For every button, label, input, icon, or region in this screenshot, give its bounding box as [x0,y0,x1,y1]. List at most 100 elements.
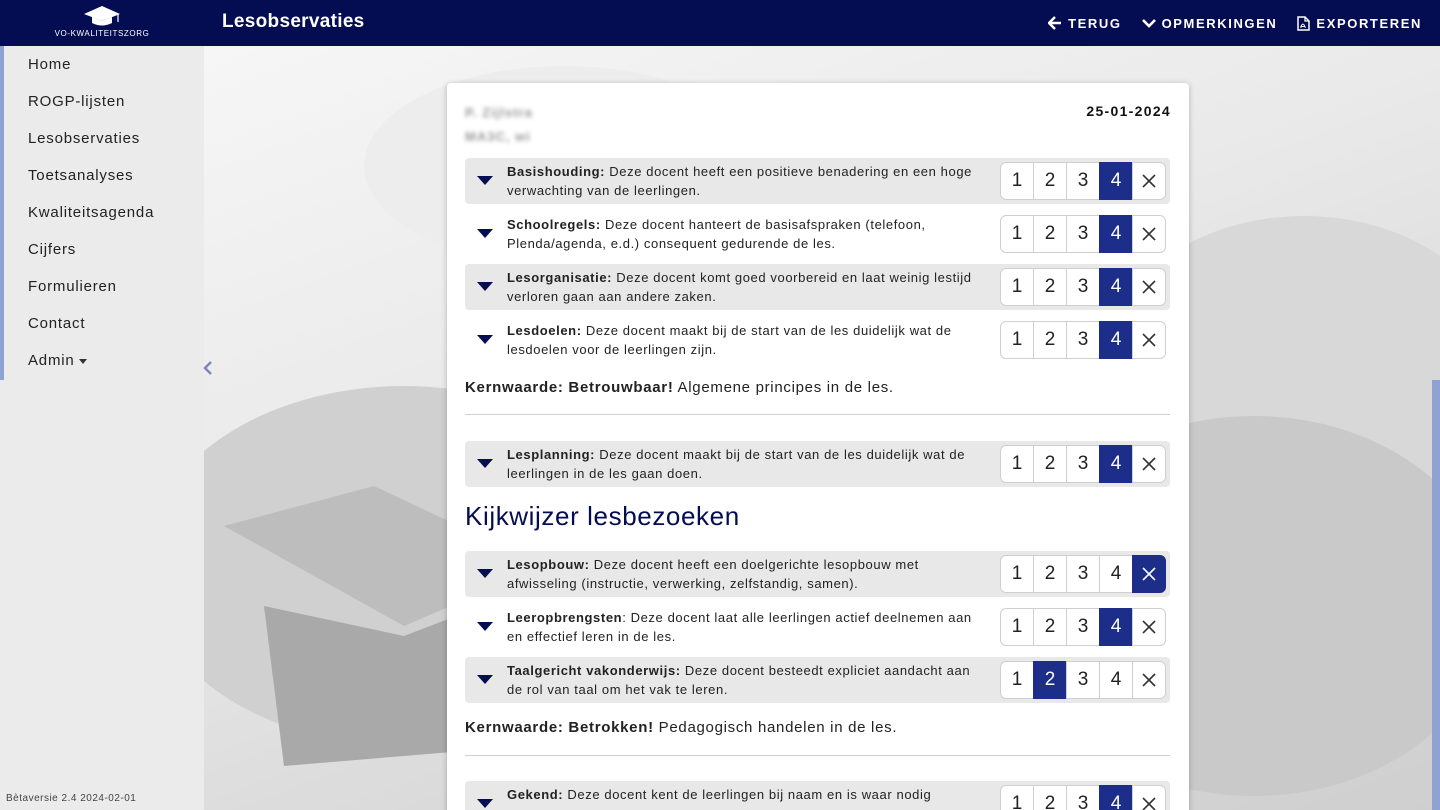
criterion-description: Deze docent kent de leerlingen bij naam … [563,787,932,802]
close-icon [1142,174,1156,188]
section-title: Kijkwijzer lesbezoeken [465,501,740,531]
rating-option-2[interactable]: 2 [1033,321,1067,359]
rating-option-4[interactable]: 4 [1099,215,1133,253]
sidebar-item-admin[interactable]: Admin [28,350,154,387]
rating-option-1[interactable]: 1 [1000,445,1034,483]
back-button[interactable]: TERUG [1048,16,1122,31]
kernwaarde-1: Kernwaarde: Betrouwbaar! Algemene princi… [465,379,894,396]
rating-option-4[interactable]: 4 [1099,162,1133,200]
rating-option-4[interactable]: 4 [1099,785,1133,810]
criterion-text: Basishouding: Deze docent heeft een posi… [507,162,987,200]
rating-option-4[interactable]: 4 [1099,445,1133,483]
rating-clear-button[interactable] [1132,162,1166,200]
expand-triangle-icon[interactable] [477,799,493,808]
rating-option-4[interactable]: 4 [1099,555,1133,593]
rating-option-3[interactable]: 3 [1066,162,1100,200]
rating-option-3[interactable]: 3 [1066,661,1100,699]
rating-option-1[interactable]: 1 [1000,785,1034,810]
rating-option-1[interactable]: 1 [1000,661,1034,699]
rating-option-1[interactable]: 1 [1000,321,1034,359]
close-icon [1142,333,1156,347]
sidebar-collapse-button[interactable] [202,360,214,381]
rating-clear-button[interactable] [1132,215,1166,253]
export-button[interactable]: EXPORTEREN [1297,16,1422,31]
export-label: EXPORTEREN [1316,15,1422,31]
rating-selector: 1234 [1000,608,1166,646]
sidebar-item-cijfers[interactable]: Cijfers [28,239,154,276]
criterion-text: Lesplanning: Deze docent maakt bij de st… [507,445,987,483]
rating-option-1[interactable]: 1 [1000,162,1034,200]
expand-triangle-icon[interactable] [477,622,493,631]
sidebar-item-kwaliteitsagenda[interactable]: Kwaliteitsagenda [28,202,154,239]
kernwaarde-2-text: Pedagogisch handelen in de les. [653,719,898,736]
rating-option-1[interactable]: 1 [1000,555,1034,593]
criterion-term: Gekend: [507,787,564,802]
expand-triangle-icon[interactable] [477,229,493,238]
criterion-row: Basishouding: Deze docent heeft een posi… [465,158,1170,204]
criterion-text: Lesdoelen: Deze docent maakt bij de star… [507,321,987,359]
criterion-row: Leeropbrengsten: Deze docent laat alle l… [465,604,1170,650]
expand-triangle-icon[interactable] [477,335,493,344]
rating-option-3[interactable]: 3 [1066,555,1100,593]
rating-option-3[interactable]: 3 [1066,445,1100,483]
criterion-text: Schoolregels: Deze docent hanteert de ba… [507,215,987,253]
criterion-row: Lesplanning: Deze docent maakt bij de st… [465,441,1170,487]
rating-selector: 1234 [1000,661,1166,699]
rating-option-2[interactable]: 2 [1033,608,1067,646]
rating-option-4[interactable]: 4 [1099,321,1133,359]
rating-clear-button[interactable] [1132,608,1166,646]
expand-triangle-icon[interactable] [477,282,493,291]
rating-option-3[interactable]: 3 [1066,785,1100,810]
rating-option-1[interactable]: 1 [1000,608,1034,646]
rating-option-4[interactable]: 4 [1099,608,1133,646]
criterion-term: Lesopbouw: [507,557,590,572]
sidebar-item-toetsanalyses[interactable]: Toetsanalyses [28,165,154,202]
rating-option-3[interactable]: 3 [1066,608,1100,646]
teacher-info: P. Zijlstra MA3C, wi [465,101,533,149]
rating-selector: 1234 [1000,268,1166,306]
chevron-left-icon [203,361,212,375]
sidebar-item-lesobservaties[interactable]: Lesobservaties [28,128,154,165]
rating-option-1[interactable]: 1 [1000,268,1034,306]
rating-option-3[interactable]: 3 [1066,215,1100,253]
rating-clear-button[interactable] [1132,555,1166,593]
sidebar-item-contact[interactable]: Contact [28,313,154,350]
kernwaarde-1-title: Kernwaarde: Betrouwbaar! [465,379,674,396]
rating-clear-button[interactable] [1132,661,1166,699]
rating-option-3[interactable]: 3 [1066,268,1100,306]
remarks-button[interactable]: OPMERKINGEN [1141,16,1278,31]
rating-option-2[interactable]: 2 [1033,661,1067,699]
rating-option-2[interactable]: 2 [1033,555,1067,593]
rating-option-2[interactable]: 2 [1033,162,1067,200]
logo-text: VO-KWALITEITSZORG [54,29,150,38]
rating-clear-button[interactable] [1132,785,1166,810]
rating-option-2[interactable]: 2 [1033,785,1067,810]
expand-triangle-icon[interactable] [477,675,493,684]
rating-selector: 1234 [1000,162,1166,200]
rating-option-2[interactable]: 2 [1033,215,1067,253]
rating-selector: 1234 [1000,215,1166,253]
expand-triangle-icon[interactable] [477,459,493,468]
sidebar-item-home[interactable]: Home [28,54,154,91]
logo[interactable]: VO-KWALITEITSZORG [50,4,154,42]
version-label: Bètaversie 2.4 2024-02-01 [6,793,137,804]
rating-option-4[interactable]: 4 [1099,268,1133,306]
close-icon [1142,673,1156,687]
observation-card: P. Zijlstra MA3C, wi 25-01-2024 Basishou… [447,83,1189,810]
rating-clear-button[interactable] [1132,268,1166,306]
rating-clear-button[interactable] [1132,445,1166,483]
rating-option-3[interactable]: 3 [1066,321,1100,359]
rating-option-2[interactable]: 2 [1033,268,1067,306]
rating-option-4[interactable]: 4 [1099,661,1133,699]
back-label: TERUG [1068,15,1122,31]
rating-option-2[interactable]: 2 [1033,445,1067,483]
expand-triangle-icon[interactable] [477,569,493,578]
rating-clear-button[interactable] [1132,321,1166,359]
sidebar-item-rogp-lijsten[interactable]: ROGP-lijsten [28,91,154,128]
expand-triangle-icon[interactable] [477,176,493,185]
criterion-row: Lesdoelen: Deze docent maakt bij de star… [465,317,1170,363]
close-icon [1142,227,1156,241]
criterion-term: Taalgericht vakonderwijs: [507,663,681,678]
rating-option-1[interactable]: 1 [1000,215,1034,253]
sidebar-item-formulieren[interactable]: Formulieren [28,276,154,313]
